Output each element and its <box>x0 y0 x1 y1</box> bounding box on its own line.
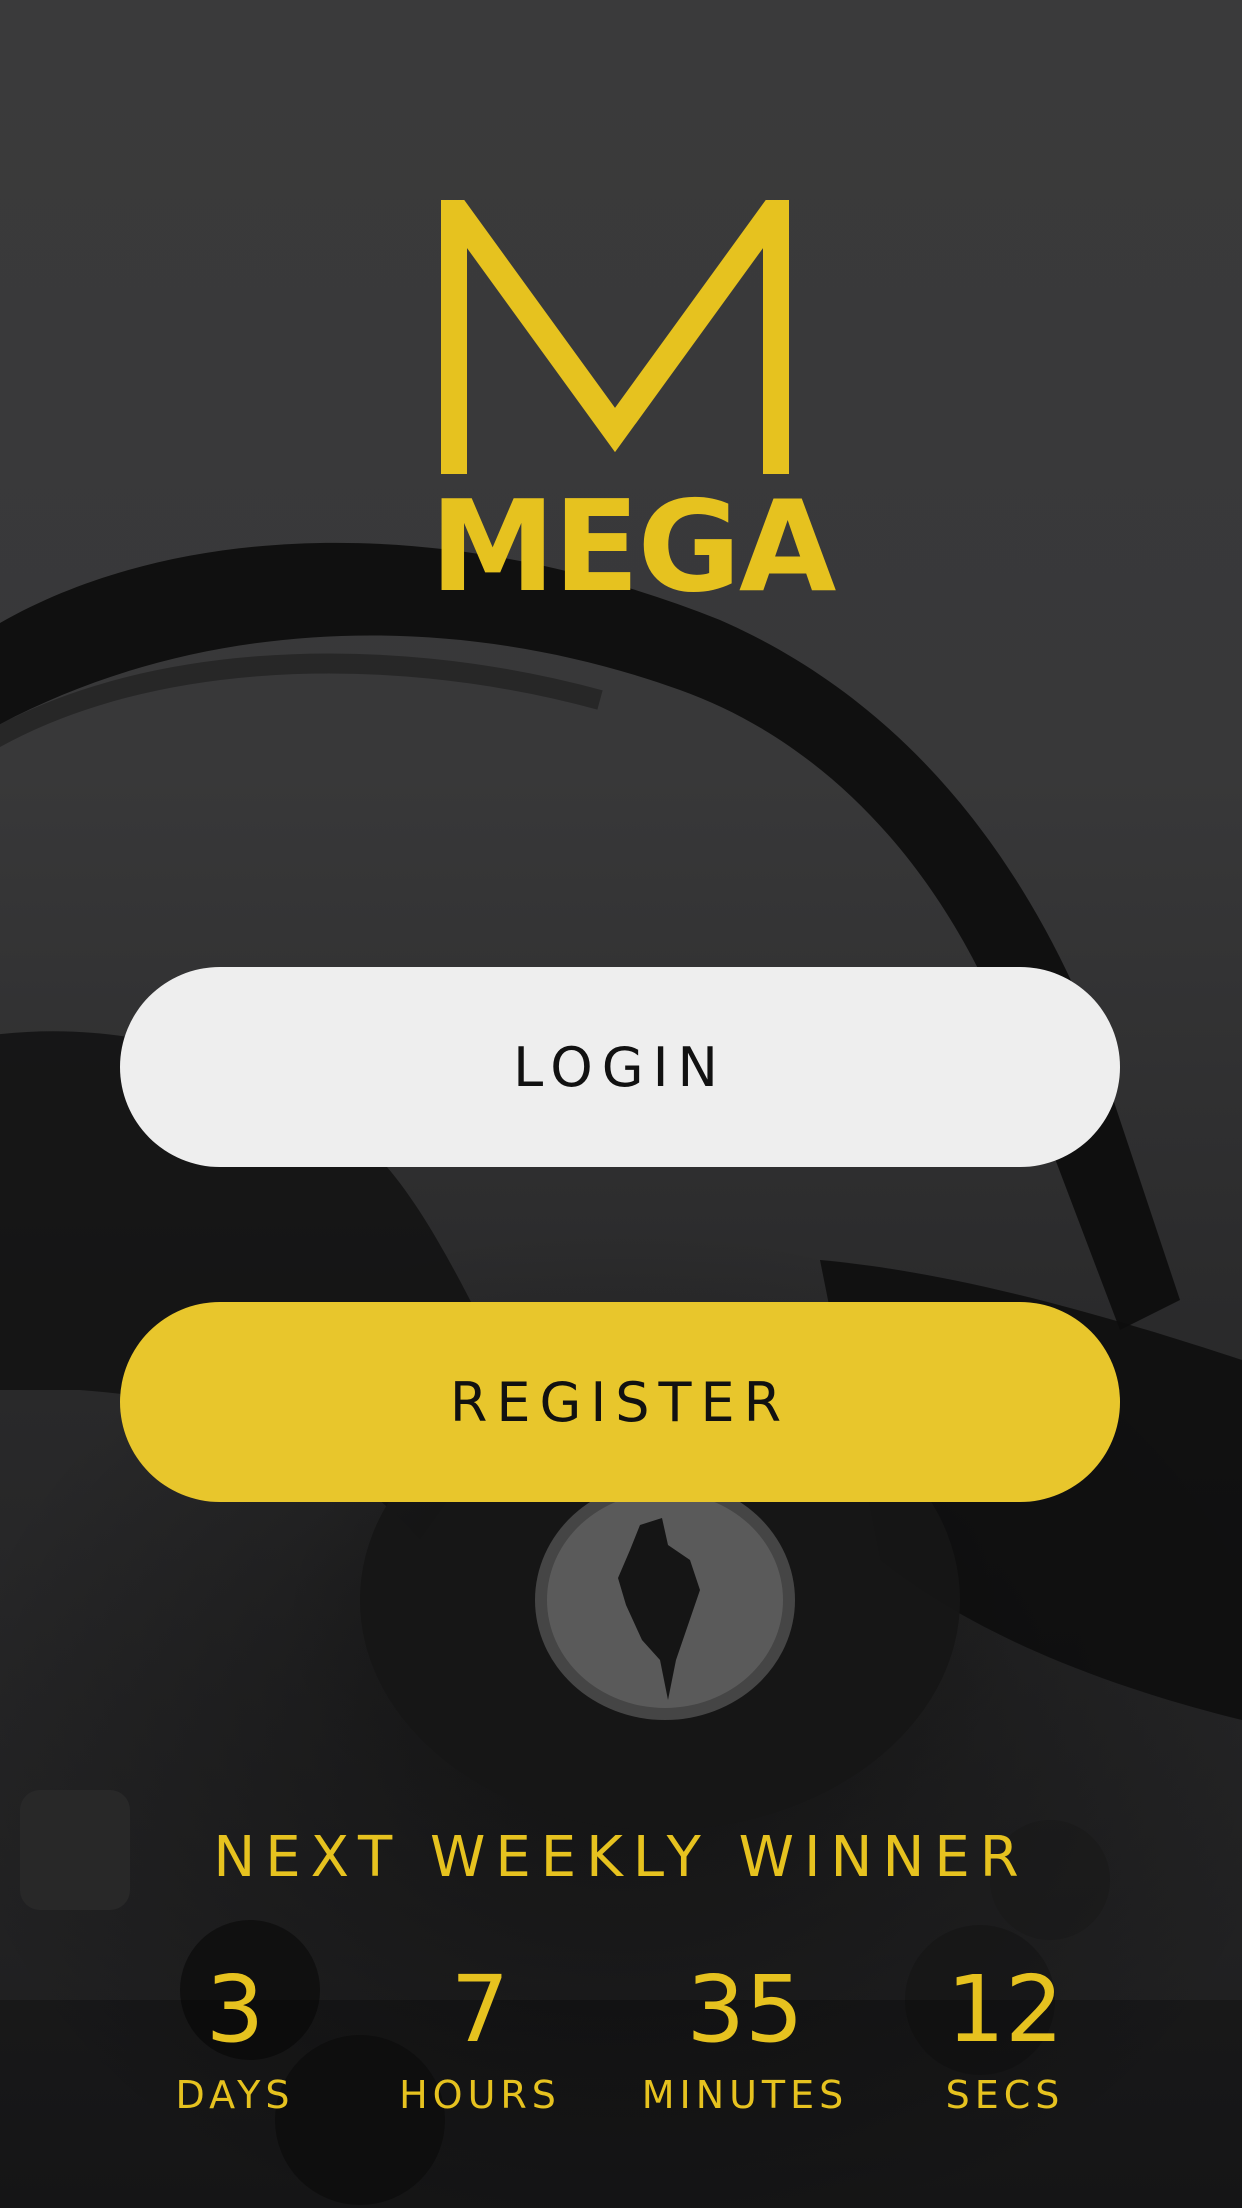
countdown-minutes-value: 35 <box>686 1956 804 2063</box>
brand-wordmark: MEGA <box>430 473 836 620</box>
login-button[interactable]: LOGIN <box>120 967 1120 1167</box>
countdown-minutes-label: MINUTES <box>641 2073 849 2117</box>
countdown-hours-value: 7 <box>450 1956 510 2063</box>
register-button[interactable]: REGISTER <box>120 1302 1120 1502</box>
countdown-days-label: DAYS <box>175 2073 295 2117</box>
countdown-days: 3 DAYS <box>160 1960 310 2120</box>
countdown-hours-label: HOURS <box>399 2073 561 2117</box>
app-screen: MEGA LOGIN REGISTER NEXT WEEKLY WINNER 3… <box>0 0 1242 2208</box>
countdown-hours: 7 HOURS <box>380 1960 580 2120</box>
countdown-secs-label: SECS <box>945 2073 1065 2117</box>
m-monogram-icon <box>441 200 789 474</box>
brand-logo: MEGA <box>430 200 836 620</box>
countdown-secs-value: 12 <box>946 1956 1064 2063</box>
countdown-title: NEXT WEEKLY WINNER <box>213 1825 1029 1890</box>
countdown-minutes: 35 MINUTES <box>625 1960 865 2120</box>
countdown-secs: 12 SECS <box>925 1960 1085 2120</box>
countdown-days-value: 3 <box>205 1956 265 2063</box>
